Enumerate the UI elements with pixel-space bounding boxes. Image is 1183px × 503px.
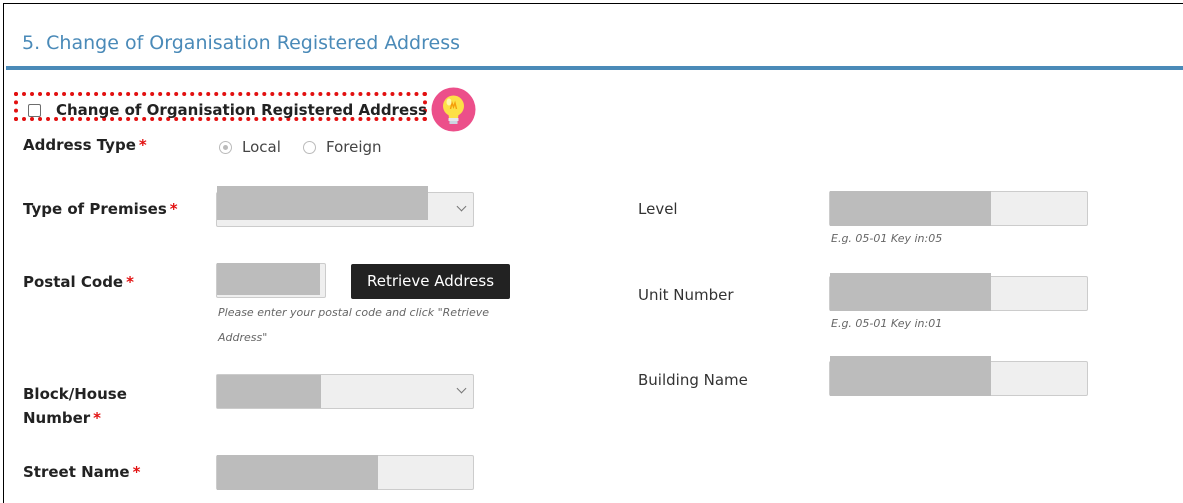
address-type-local-radio[interactable]	[219, 141, 232, 154]
redacted-value	[217, 263, 320, 295]
required-mark: *	[169, 200, 178, 218]
address-type-label: Address Type *	[23, 136, 147, 154]
redacted-value	[830, 356, 991, 396]
chevron-down-icon	[456, 201, 467, 212]
type-of-premises-label: Type of Premises *	[23, 200, 178, 218]
chevron-down-icon	[456, 383, 467, 394]
retrieve-address-button[interactable]: Retrieve Address	[351, 264, 510, 299]
unit-number-label: Unit Number	[638, 286, 734, 304]
unit-number-input[interactable]	[829, 273, 1088, 311]
required-mark: *	[138, 136, 147, 154]
address-type-foreign-label[interactable]: Foreign	[326, 138, 382, 156]
required-mark: *	[126, 273, 134, 291]
building-name-input[interactable]	[829, 356, 1088, 396]
change-address-checkbox-label[interactable]: Change of Organisation Registered Addres…	[56, 101, 427, 119]
section-title: 5. Change of Organisation Registered Add…	[22, 32, 461, 54]
address-type-label-text: Address Type	[23, 136, 136, 154]
checkbox-highlight: Change of Organisation Registered Addres…	[14, 92, 427, 121]
type-of-premises-label-text: Type of Premises	[23, 200, 167, 218]
block-house-number-label: Block/House Number *	[23, 382, 127, 430]
unit-number-hint: E.g. 05-01 Key in:01	[831, 317, 943, 330]
type-of-premises-select[interactable]	[216, 186, 474, 227]
street-name-label: Street Name *	[23, 463, 140, 481]
postal-code-label-text: Postal Code	[23, 273, 124, 291]
address-type-local-label[interactable]: Local	[242, 138, 281, 156]
redacted-value	[217, 375, 321, 408]
block-house-label-line2: Number	[23, 409, 91, 427]
level-label: Level	[638, 200, 678, 218]
address-type-foreign-radio[interactable]	[303, 141, 316, 154]
redacted-value	[830, 191, 991, 226]
block-house-label-line1: Block/House	[23, 385, 127, 403]
street-name-label-text: Street Name	[23, 463, 130, 481]
block-house-number-select[interactable]	[216, 374, 474, 409]
form-frame	[3, 3, 1183, 503]
redacted-value	[217, 455, 378, 490]
required-mark: *	[93, 409, 102, 427]
level-hint: E.g. 05-01 Key in:05	[831, 232, 943, 245]
postal-code-label: Postal Code *	[23, 273, 134, 291]
postal-code-input[interactable]	[216, 263, 326, 298]
street-name-input[interactable]	[216, 455, 474, 490]
building-name-label: Building Name	[638, 371, 748, 389]
change-address-checkbox[interactable]	[28, 104, 41, 117]
section-divider	[6, 66, 1183, 70]
required-mark: *	[132, 463, 141, 481]
redacted-value	[830, 273, 991, 311]
level-input[interactable]	[829, 191, 1088, 226]
lightbulb-icon[interactable]	[431, 87, 476, 132]
redacted-value	[217, 186, 428, 220]
postal-code-hint-line1: Please enter your postal code and click …	[218, 306, 490, 319]
postal-code-hint-line2: Address"	[218, 331, 268, 344]
